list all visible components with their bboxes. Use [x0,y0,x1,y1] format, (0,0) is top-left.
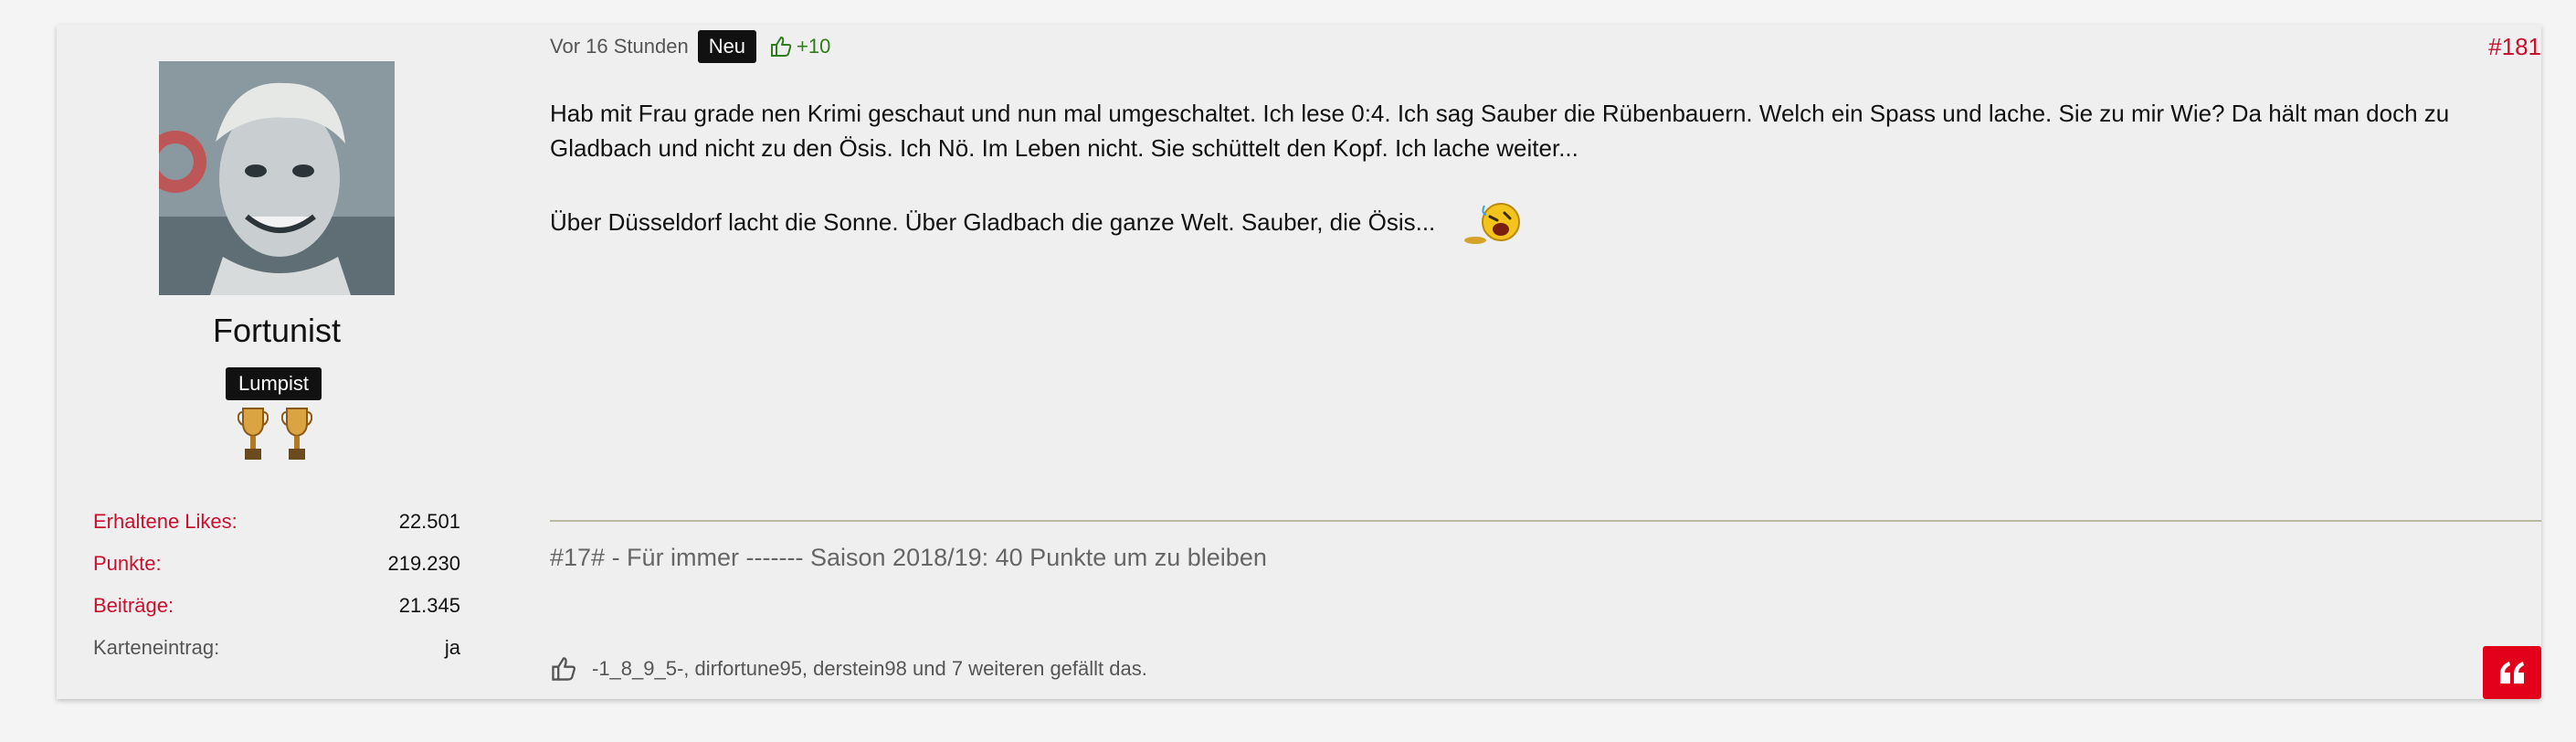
trophy-icon[interactable] [238,407,269,463]
thumbs-up-icon[interactable] [550,655,577,683]
post-meta: Vor 16 Stunden Neu +10 [550,28,830,65]
user-stats: Erhaltene Likes: 22.501 Punkte: 219.230 … [93,501,460,669]
post-number-link[interactable]: #181 [2488,28,2541,65]
like-summary: -1_8_9_5-, dirfortune95, derstein98 und … [550,655,1147,683]
stat-row-likes: Erhaltene Likes: 22.501 [93,501,460,543]
like-count-value: +10 [797,35,831,58]
message-paragraph: Hab mit Frau grade nen Krimi geschaut un… [550,96,2541,165]
stat-label[interactable]: Erhaltene Likes: [93,501,238,543]
stat-value: 219.230 [387,552,460,575]
forum-post: Fortunist Lumpist Erhaltene Likes: 22.50 [57,25,2541,699]
post-content: Vor 16 Stunden Neu +10 #181 Hab mit Frau… [550,25,2541,699]
stat-value: ja [444,636,460,659]
message-line: Gladbach und nicht zu den Ösis. Ich Nö. … [550,134,1578,162]
thumbs-up-icon [771,37,792,57]
stat-row-points: Punkte: 219.230 [93,543,460,585]
trophy-list [238,407,312,463]
like-summary-text[interactable]: -1_8_9_5-, dirfortune95, derstein98 und … [592,657,1147,681]
username[interactable]: Fortunist [57,312,497,350]
post-message: Hab mit Frau grade nen Krimi geschaut un… [550,96,2541,282]
like-count[interactable]: +10 [769,35,830,58]
message-line: Über Düsseldorf lacht die Sonne. Über Gl… [550,207,1436,236]
stat-label[interactable]: Punkte: [93,543,162,585]
stat-row-posts: Beiträge: 21.345 [93,585,460,627]
avatar[interactable] [159,61,395,295]
user-rank-badge: Lumpist [226,367,322,400]
new-badge: Neu [697,30,757,63]
user-signature: #17# - Für immer ------- Saison 2018/19:… [550,544,1267,571]
message-line: Hab mit Frau grade nen Krimi geschaut un… [550,100,2450,127]
quote-button[interactable] [2483,646,2541,699]
stat-row-map-entry: Karteneintrag: ja [93,627,460,669]
stat-value: 21.345 [398,594,460,617]
quote-icon [2500,662,2524,684]
stat-label[interactable]: Beiträge: [93,585,174,627]
laughing-emoji-icon [1463,203,1520,244]
message-paragraph: Über Düsseldorf lacht die Sonne. Über Gl… [550,200,2541,248]
avatar-image [159,61,395,295]
trophy-icon[interactable] [281,407,312,463]
stat-label: Karteneintrag: [93,636,220,659]
post-time[interactable]: Vor 16 Stunden [550,35,689,58]
stat-value: 22.501 [398,510,460,533]
user-sidebar: Fortunist Lumpist Erhaltene Likes: 22.50 [57,25,550,699]
signature-divider [550,520,2541,522]
